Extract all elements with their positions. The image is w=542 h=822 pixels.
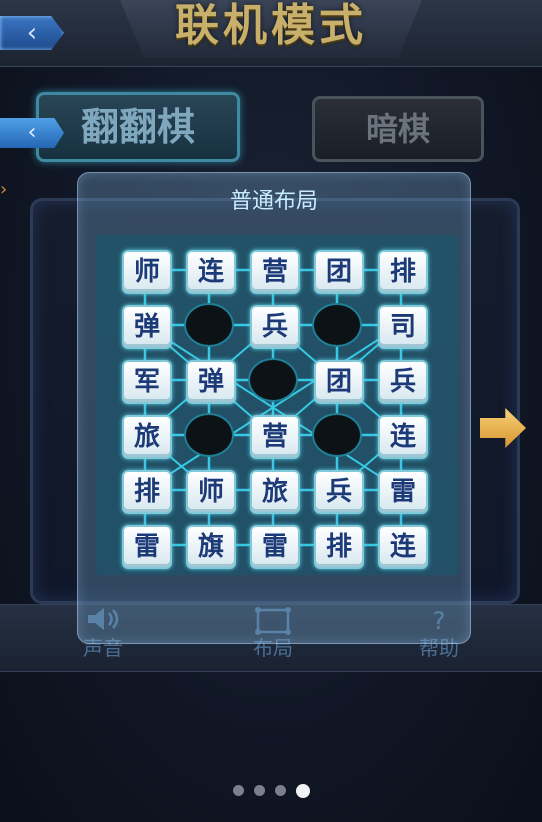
board-piece[interactable]: 师 [122,250,172,294]
board-piece[interactable]: 排 [122,470,172,514]
board-piece[interactable]: 兵 [314,470,364,514]
board-piece[interactable]: 连 [378,415,428,459]
back-arrow-icon: ‹ [26,18,38,48]
left-edge-arrow-icon: › [0,179,8,200]
panel-title: 普通布局 [229,189,318,214]
back-button[interactable]: ‹ [0,16,64,50]
board-piece[interactable]: 排 [378,250,428,294]
tab-prev-arrow-icon[interactable]: ‹ [0,118,64,148]
board-piece[interactable]: 兵 [378,360,428,404]
game-board: 师连营团排弹兵司军弹团兵旅营连排师旅兵雷雷旗雷排连 [96,235,458,575]
board-piece[interactable]: 连 [186,250,236,294]
camp-circle [250,360,296,400]
board-piece[interactable]: 旅 [122,415,172,459]
page-indicator [0,780,542,800]
board-piece[interactable]: 军 [122,360,172,404]
board-piece[interactable]: 弹 [186,360,236,404]
board-piece[interactable]: 弹 [122,305,172,349]
page-dot[interactable] [253,785,265,796]
board-piece[interactable]: 营 [250,250,300,294]
board-piece[interactable]: 雷 [122,525,172,569]
board-piece[interactable]: 雷 [250,525,300,569]
board-piece[interactable]: 团 [314,360,364,404]
tab-prev-arrow-glyph: ‹ [27,120,37,145]
page-dot[interactable] [274,785,286,796]
page-title: 联机模式 [175,0,367,51]
camp-circle [314,305,360,345]
tab-fanfanqi[interactable]: 翻翻棋 [36,92,240,162]
board-piece[interactable]: 营 [250,415,300,459]
page-dot[interactable] [232,785,244,796]
board-piece[interactable]: 连 [378,525,428,569]
board-piece[interactable]: 师 [186,470,236,514]
board-piece[interactable]: 司 [378,305,428,349]
board-piece[interactable]: 旗 [186,525,236,569]
camp-circle [186,415,232,455]
camp-circle [314,415,360,455]
board-piece[interactable]: 旅 [250,470,300,514]
board-piece[interactable]: 排 [314,525,364,569]
board-piece[interactable]: 兵 [250,305,300,349]
camp-circle [186,305,232,345]
page-dot[interactable] [295,783,310,798]
board-piece[interactable]: 雷 [378,470,428,514]
tab-anqi[interactable]: 暗棋 [312,96,484,162]
board-piece[interactable]: 团 [314,250,364,294]
